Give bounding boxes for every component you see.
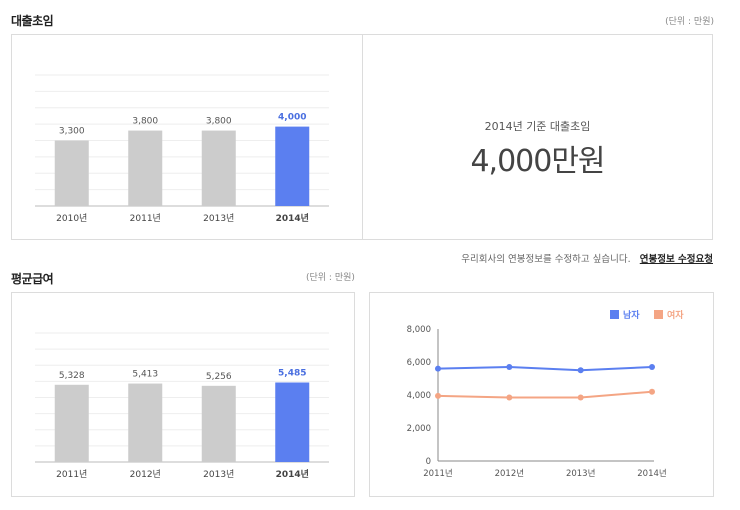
starting-salary-chart-panel: 3,300 2010년 3,800 2011년 3,800 2013년 4,000 2014년 [11,34,363,240]
starting-salary-title: 대출초임 [11,14,54,28]
bar-value-label: 4,000 [278,113,306,123]
x-tick-label: 2011년 [423,468,452,479]
legend-label: 여자 [667,309,684,321]
bar-value-label: 5,328 [59,371,85,381]
series-line [437,365,653,372]
data-point [649,363,655,370]
category-label: 2013년 [203,469,234,480]
x-tick-label: 2013년 [566,468,595,479]
edit-request-row: 우리회사의 연봉정보를 수정하고 싶습니다. 연봉정보 수정요청 [461,247,713,266]
y-tick-label: 2,000 [407,424,431,434]
starting-salary-unit: (단위 : 만원) [665,17,714,27]
edit-request-link[interactable]: 연봉정보 수정요청 [640,254,713,265]
data-point [435,392,441,399]
legend-label: 남자 [623,309,640,321]
y-tick-label: 6,000 [407,358,431,368]
data-point [577,367,584,374]
bar [54,384,89,462]
gender-salary-line-chart: 0 2,000 4,000 6,000 8,000 2011년 2012년 2013년 2014… [407,309,685,479]
legend-swatch [654,310,663,319]
average-salary-unit: (단위 : 만원) [306,273,355,283]
data-point [649,388,655,395]
bar [201,385,236,462]
average-salary-chart-panel: 5,328 2011년 5,413 2012년 5,256 2013년 5,485 2014년 [11,292,355,497]
bar-value-label: 3,800 [132,117,158,127]
data-point [577,394,584,401]
series-line [437,390,653,399]
bar [128,383,163,462]
x-tick-label: 2012년 [495,468,524,479]
summary-value: 4,000만원 [470,144,605,179]
category-label: 2014년 [276,212,309,224]
summary-caption: 2014년 기준 대출초임 [484,120,591,133]
data-point [506,363,513,370]
bar-value-label: 5,256 [206,372,232,382]
bar-value-label: 5,485 [278,368,306,378]
y-tick-label: 8,000 [407,325,431,335]
category-label: 2011년 [56,469,87,480]
category-label: 2012년 [130,469,161,480]
legend-swatch [610,310,619,319]
bar [128,130,163,206]
bar [201,130,236,206]
y-tick-label: 4,000 [407,391,431,401]
bar [275,382,310,462]
y-tick-label: 0 [426,457,431,467]
average-salary-bar-chart: 5,328 2011년 5,413 2012년 5,256 2013년 5,485 2014년 [35,332,329,480]
edit-request-note: 우리회사의 연봉정보를 수정하고 싶습니다. [461,254,631,265]
starting-salary-summary-panel: 2014년 기준 대출초임 4,000만원 [362,34,713,240]
gender-salary-chart-panel: 0 2,000 4,000 6,000 8,000 2011년 2012년 2013년 2014… [369,292,714,497]
category-label: 2014년 [276,468,309,480]
category-label: 2013년 [203,213,234,224]
data-point [506,394,513,401]
category-label: 2010년 [56,213,87,224]
average-salary-title: 평균급여 [11,272,54,286]
data-point [435,365,441,372]
bar [54,140,89,206]
category-label: 2011년 [130,213,161,224]
bar-value-label: 3,800 [206,117,232,127]
bar [275,126,310,206]
x-tick-label: 2014년 [637,468,666,479]
starting-salary-bar-chart: 3,300 2010년 3,800 2011년 3,800 2013년 4,000 2014년 [35,74,329,224]
bar-value-label: 5,413 [132,370,158,380]
bar-value-label: 3,300 [59,127,85,137]
